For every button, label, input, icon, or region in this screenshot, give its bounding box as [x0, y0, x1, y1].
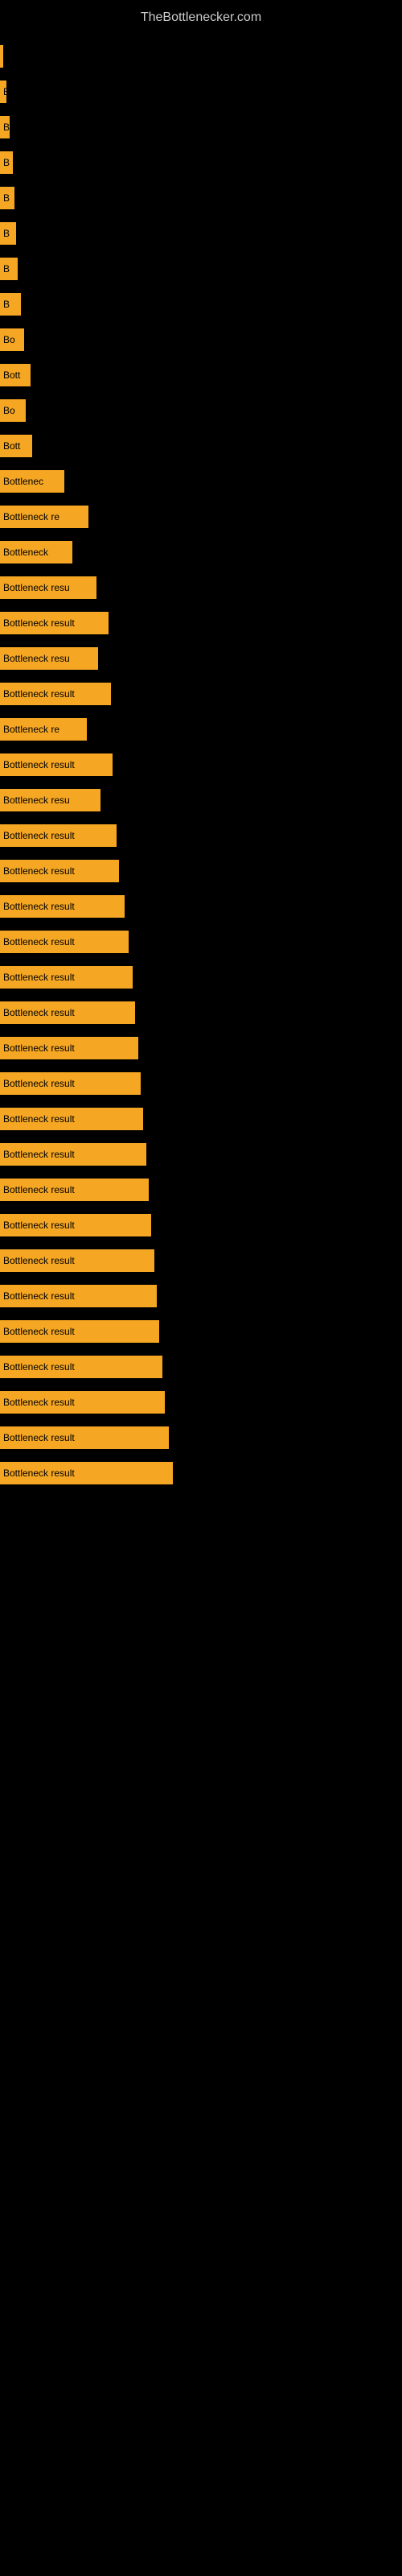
bar-row: Bottleneck result	[0, 1315, 402, 1348]
bar-item: Bottleneck result	[0, 1001, 135, 1024]
bar-row: Bottleneck	[0, 536, 402, 568]
bar-item: Bottleneck resu	[0, 576, 96, 599]
bar-row: Bottleneck result	[0, 961, 402, 993]
bar-row: Bottleneck re	[0, 501, 402, 533]
bar-item: B	[0, 116, 10, 138]
bar-row: |	[0, 40, 402, 72]
bar-item: B	[0, 258, 18, 280]
bar-row: Bottleneck resu	[0, 784, 402, 816]
bar-row: Bottleneck result	[0, 1174, 402, 1206]
bar-item: Bottleneck re	[0, 506, 88, 528]
bar-row: Bo	[0, 394, 402, 427]
bar-item: Bottleneck result	[0, 895, 125, 918]
bar-item: B	[0, 222, 16, 245]
bar-item: Bo	[0, 399, 26, 422]
bars-container: |BBBBBBBBoBottBoBottBottlenecBottleneck …	[0, 40, 402, 1492]
bar-row: B	[0, 288, 402, 320]
bar-row: Bottleneck re	[0, 713, 402, 745]
bar-item: Bottleneck result	[0, 1426, 169, 1449]
bar-item: |	[0, 45, 3, 68]
bar-item: Bottleneck result	[0, 753, 113, 776]
bar-item: Bottleneck result	[0, 931, 129, 953]
bar-row: Bottlenec	[0, 465, 402, 497]
bar-row: Bottleneck result	[0, 819, 402, 852]
bar-item: B	[0, 293, 21, 316]
bar-row: Bott	[0, 359, 402, 391]
bar-row: Bott	[0, 430, 402, 462]
bar-item: Bott	[0, 364, 31, 386]
bar-row: Bottleneck result	[0, 607, 402, 639]
bar-row: Bottleneck result	[0, 1457, 402, 1489]
bar-item: Bottleneck result	[0, 966, 133, 989]
bar-row: Bottleneck result	[0, 1422, 402, 1454]
bar-row: Bottleneck result	[0, 997, 402, 1029]
bar-item: Bottleneck re	[0, 718, 87, 741]
bar-item: Bottleneck result	[0, 683, 111, 705]
bar-row: Bottleneck result	[0, 1351, 402, 1383]
bar-item: Bottleneck result	[0, 1108, 143, 1130]
bar-item: Bottleneck result	[0, 860, 119, 882]
bar-row: Bottleneck result	[0, 1067, 402, 1100]
site-title: TheBottlenecker.com	[0, 4, 402, 31]
bar-row: B	[0, 182, 402, 214]
bar-row: B	[0, 76, 402, 108]
bar-row: Bottleneck result	[0, 749, 402, 781]
bar-item: Bottleneck resu	[0, 647, 98, 670]
bar-row: Bottleneck result	[0, 1103, 402, 1135]
bar-row: B	[0, 111, 402, 143]
bar-item: Bottleneck result	[0, 612, 109, 634]
bar-row: Bottleneck result	[0, 1245, 402, 1277]
bar-row: B	[0, 147, 402, 179]
bar-row: Bottleneck result	[0, 926, 402, 958]
bar-item: Bottleneck result	[0, 1249, 154, 1272]
bar-item: B	[0, 151, 13, 174]
bar-item: Bottleneck result	[0, 824, 117, 847]
bar-row: Bottleneck result	[0, 1386, 402, 1418]
bar-row: B	[0, 217, 402, 250]
bar-item: Bottleneck result	[0, 1320, 159, 1343]
bar-item: Bottleneck result	[0, 1214, 151, 1236]
bar-row: Bottleneck result	[0, 1138, 402, 1170]
bar-row: Bottleneck result	[0, 890, 402, 923]
bar-item: Bottlenec	[0, 470, 64, 493]
bar-row: Bo	[0, 324, 402, 356]
bar-item: B	[0, 187, 14, 209]
bar-row: B	[0, 253, 402, 285]
bar-row: Bottleneck result	[0, 678, 402, 710]
bar-row: Bottleneck result	[0, 1280, 402, 1312]
bar-row: Bottleneck result	[0, 1209, 402, 1241]
bar-item: Bottleneck result	[0, 1356, 162, 1378]
bar-row: Bottleneck resu	[0, 572, 402, 604]
bar-item: B	[0, 80, 6, 103]
bar-row: Bottleneck result	[0, 1032, 402, 1064]
bar-item: Bottleneck result	[0, 1072, 141, 1095]
bar-item: Bottleneck result	[0, 1462, 173, 1484]
bar-row: Bottleneck resu	[0, 642, 402, 675]
bar-item: Bottleneck result	[0, 1285, 157, 1307]
bar-item: Bottleneck resu	[0, 789, 100, 811]
bar-item: Bottleneck result	[0, 1037, 138, 1059]
bar-item: Bott	[0, 435, 32, 457]
bar-item: Bottleneck result	[0, 1179, 149, 1201]
bar-row: Bottleneck result	[0, 855, 402, 887]
bar-item: Bottleneck	[0, 541, 72, 564]
bar-item: Bottleneck result	[0, 1391, 165, 1414]
bar-item: Bottleneck result	[0, 1143, 146, 1166]
bar-item: Bo	[0, 328, 24, 351]
